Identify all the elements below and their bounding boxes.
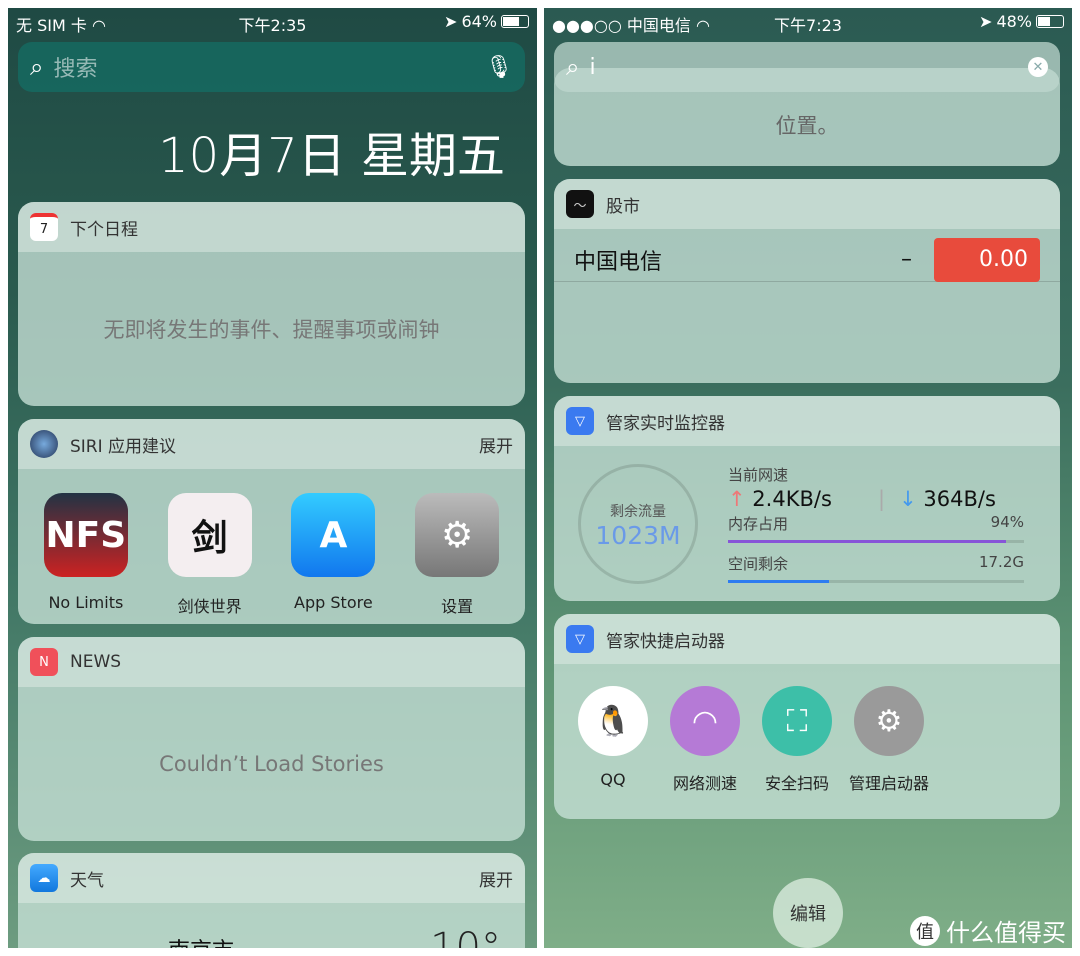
weather-widget: ☁ 天气 展开 ☁ 南京市 10° [18, 853, 525, 948]
scan-icon: ⛶ [762, 686, 832, 756]
app-label: 设置 [441, 597, 474, 616]
widget-title: 管家快捷启动器 [606, 631, 725, 652]
app-label: App Store [294, 593, 373, 612]
search-bar[interactable]: ⌕ 搜索 🎙 [18, 42, 525, 92]
memory-bar [728, 540, 1024, 543]
monitor-widget: ▽ 管家实时监控器 剩余流量 1023M 当前网速 ↑ 2.4KB/s | ↓ 3… [554, 396, 1060, 601]
remain-value: 1023M [595, 521, 681, 550]
weather-icon: ☁ [30, 864, 58, 892]
memory-value: 94% [990, 513, 1024, 531]
app-store-icon: A [291, 493, 376, 577]
widget-title: SIRI 应用建议 [70, 436, 177, 457]
widget-title: 管家实时监控器 [606, 413, 725, 434]
shield-icon: ▽ [566, 625, 594, 653]
stock-row[interactable]: 中国电信 – 0.00 [554, 237, 1060, 282]
app-settings[interactable]: ⚙ 设置 [407, 493, 507, 617]
launcher-label: 网络测速 [672, 774, 737, 793]
search-icon: ⌕ [566, 53, 580, 81]
launcher-manage[interactable]: ⚙ 管理启动器 [844, 686, 934, 794]
speed-label: 当前网速 [728, 466, 789, 484]
expand-button[interactable]: 展开 [479, 866, 513, 891]
launcher-widget: ▽ 管家快捷启动器 🐧 QQ ◠ 网络测速 ⛶ 安全扫码 ⚙ 管理启动器 [554, 614, 1060, 819]
app-jianxia[interactable]: 剑剑侠世界 [160, 493, 260, 617]
disk-label: 空间剩余 [728, 555, 789, 573]
widget-title: 天气 [70, 870, 104, 891]
temperature: 10° [430, 925, 501, 948]
memory-label: 内存占用 [728, 515, 789, 533]
stock-price: – [901, 247, 912, 272]
disk-value: 17.2G [978, 553, 1024, 571]
app-no-limits[interactable]: NFS No Limits [36, 493, 136, 617]
app-label: No Limits [48, 593, 124, 612]
upload-speed: 2.4KB/s [752, 487, 832, 511]
launcher-speed-test[interactable]: ◠ 网络测速 [670, 686, 740, 794]
cloud-icon: ☁ [64, 923, 114, 948]
launcher-scan[interactable]: ⛶ 安全扫码 [762, 686, 832, 794]
stocks-widget: 〜股市 中国电信 – 0.00 [554, 179, 1060, 383]
right-screen: ●●●○○ 中国电信 ◠ 下午7:23 ➤ 48% 位置。 ⌕ i ✕ 〜股市 中… [544, 8, 1072, 948]
watermark-logo-icon: 值 [910, 915, 940, 946]
news-message: Couldn’t Load Stories [159, 752, 384, 776]
search-icon: ⌕ [30, 53, 44, 81]
clear-icon[interactable]: ✕ [1028, 57, 1048, 77]
battery-percent: 64% [461, 12, 497, 31]
launcher-qq[interactable]: 🐧 QQ [578, 686, 648, 794]
news-widget: N NEWS Couldn’t Load Stories [18, 637, 525, 841]
jianxia-icon: 剑 [167, 493, 252, 577]
search-input[interactable]: 搜索 [53, 51, 485, 83]
widget-title: NEWS [70, 652, 122, 672]
siri-icon [30, 430, 58, 458]
status-bar: 无 SIM 卡 ◠ 下午2:35 ➤ 64% [8, 12, 537, 35]
data-remaining-ring: 剩余流量 1023M [578, 464, 698, 584]
app-app-store[interactable]: A App Store [283, 493, 383, 617]
edit-button[interactable]: 编辑 [773, 878, 843, 948]
need-for-speed-icon: NFS [43, 493, 128, 577]
date-label: 10月7日 星期五 [158, 128, 505, 184]
download-arrow-icon: ↓ [899, 487, 917, 511]
calendar-widget: 7 下个日程 无即将发生的事件、提醒事项或闹钟 [18, 202, 525, 406]
stock-change[interactable]: 0.00 [934, 237, 1040, 282]
search-input[interactable]: i [589, 55, 1028, 80]
status-bar: ●●●○○ 中国电信 ◠ 下午7:23 ➤ 48% [544, 12, 1072, 35]
gear-icon: ⚙ [854, 686, 924, 756]
calendar-icon: 7 [30, 213, 58, 241]
battery-percent: 48% [996, 12, 1032, 31]
city-name: 南京市 [168, 933, 234, 948]
left-screen: 无 SIM 卡 ◠ 下午2:35 ➤ 64% ⌕ 搜索 🎙 10月7日 星期五 7… [8, 8, 537, 948]
watermark-text: 什么值得买 [946, 919, 1066, 947]
launcher-label: 管理启动器 [848, 774, 929, 793]
shield-icon: ▽ [566, 407, 594, 435]
disk-bar [728, 580, 1024, 583]
battery-icon [501, 15, 529, 28]
upload-arrow-icon: ↑ [728, 487, 746, 511]
watermark: 值 什么值得买 [910, 913, 1066, 948]
widget-title: 股市 [606, 196, 640, 217]
battery-icon [1036, 15, 1064, 28]
launcher-label: 安全扫码 [764, 774, 829, 793]
widget-title: 下个日程 [70, 219, 138, 240]
widget-text: 位置。 [775, 114, 839, 138]
stocks-icon: 〜 [566, 190, 594, 218]
empty-message: 无即将发生的事件、提醒事项或闹钟 [103, 318, 440, 342]
search-bar[interactable]: ⌕ i ✕ [554, 42, 1060, 92]
siri-widget: SIRI 应用建议 展开 NFS No Limits 剑剑侠世界 A App Stor… [18, 419, 525, 624]
microphone-icon[interactable]: 🎙 [485, 55, 513, 80]
download-speed: 364B/s [923, 487, 996, 511]
gear-icon: ⚙ [415, 493, 500, 577]
app-label: 剑侠世界 [177, 597, 242, 616]
location-icon: ➤ [444, 12, 458, 31]
location-icon: ➤ [979, 12, 993, 31]
wifi-icon: ◠ [670, 686, 740, 756]
qq-penguin-icon: 🐧 [578, 686, 648, 756]
stock-name: 中国电信 [574, 249, 663, 275]
expand-button[interactable]: 展开 [479, 432, 513, 457]
remain-label: 剩余流量 [610, 504, 666, 520]
launcher-label: QQ [600, 770, 626, 789]
news-icon: N [30, 648, 58, 676]
